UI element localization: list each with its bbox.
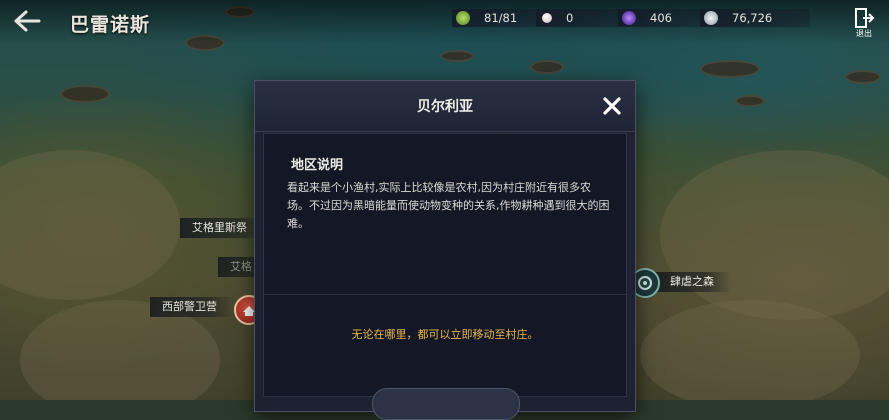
exit-button[interactable]: 退出	[849, 7, 879, 41]
section-heading: 地区说明	[291, 158, 344, 173]
stamina-counter[interactable]: 81/81	[452, 9, 548, 27]
move-to-village-note: 无论在哪里，都可以立即移动至村庄。	[351, 328, 539, 341]
purple-crystal-icon	[622, 11, 636, 25]
move-to-village-button[interactable]	[372, 388, 520, 420]
stamina-clover-icon	[456, 11, 470, 25]
back-button[interactable]	[12, 8, 46, 36]
divider	[264, 294, 626, 295]
region-description: 看起来是个小渔村,实际上比较像是农村,因为村庄附近有很多农场。不过因为黑暗能量而…	[287, 181, 610, 230]
map-label-east-forest[interactable]: 肆虐之森	[652, 272, 732, 292]
region-info-dialog: 贝尔利亚 地区说明 看起来是个小渔村,实际上比较像是农村,因为村庄附近有很多农场…	[254, 80, 636, 412]
pearl-icon	[542, 13, 552, 23]
dialog-title: 贝尔利亚	[417, 99, 473, 115]
back-arrow-icon	[14, 10, 41, 32]
close-x-icon	[603, 97, 621, 115]
map-label-west-guard-camp[interactable]: 西部警卫营	[150, 297, 235, 317]
silver-value: 76,726	[732, 11, 773, 25]
region-title: 巴雷诺斯	[70, 14, 151, 36]
silver-coin-icon	[704, 11, 718, 25]
dialog-body: 地区说明 看起来是个小渔村,实际上比较像是农村,因为村庄附近有很多农场。不过因为…	[263, 133, 627, 397]
close-button[interactable]	[601, 95, 623, 117]
map-label-egg-1[interactable]: 艾格里斯祭	[180, 218, 265, 238]
stamina-value: 81/81	[484, 11, 518, 25]
silver-counter[interactable]: 76,726	[700, 9, 810, 27]
exit-door-icon	[855, 8, 875, 28]
top-bar: 巴雷诺斯 81/81 0 406 76,726 退出	[0, 0, 889, 44]
crystal-value: 406	[650, 11, 672, 25]
crystal-counter[interactable]: 406	[618, 9, 706, 27]
pearl-value: 0	[566, 11, 574, 25]
dialog-header: 贝尔利亚	[255, 81, 635, 132]
pearl-counter[interactable]: 0	[536, 9, 628, 27]
exit-label: 退出	[856, 29, 872, 38]
